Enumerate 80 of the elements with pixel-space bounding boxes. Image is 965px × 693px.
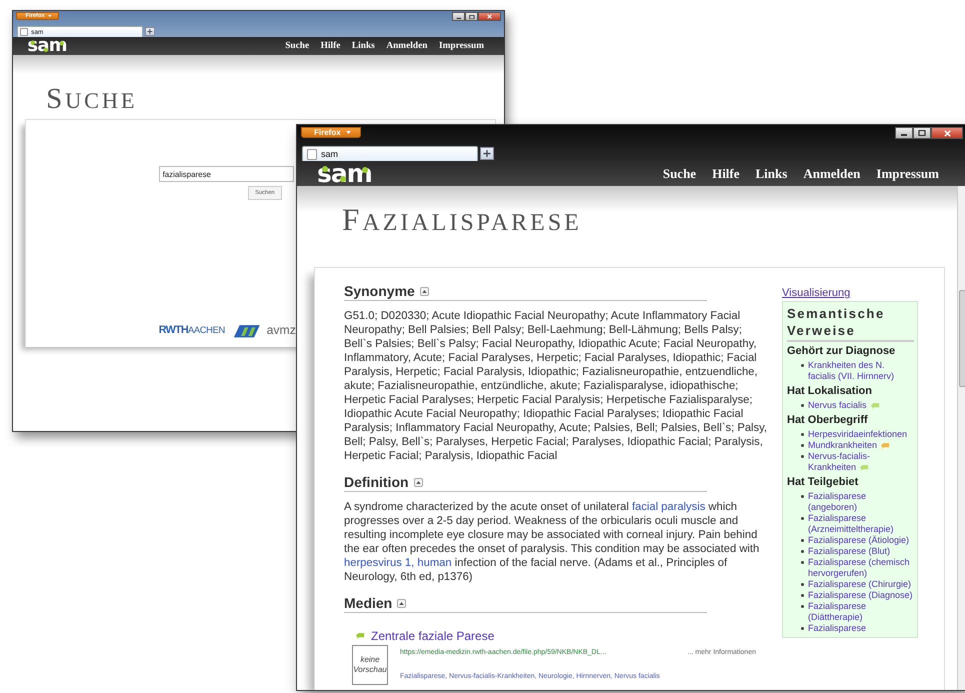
scrollbar-thumb[interactable]: [959, 290, 965, 387]
term-link[interactable]: Fazialisparese: [808, 623, 866, 634]
minimize-button[interactable]: [452, 12, 466, 22]
term-link[interactable]: Fazialisparese (Ätiologie): [808, 535, 910, 546]
bullet-icon: [801, 495, 804, 498]
bullet-icon: [801, 455, 804, 458]
bullet-icon: [801, 594, 804, 597]
media-title-link[interactable]: Zentrale faziale Parese: [371, 629, 494, 643]
term-link[interactable]: Fazialisparese (Arzneimitteltherapie): [808, 513, 914, 535]
bullet-icon: [801, 517, 804, 520]
bullet-icon: [801, 404, 804, 407]
nav-link[interactable]: Anmelden: [803, 166, 860, 182]
close-icon: [487, 14, 492, 20]
maximize-icon: [918, 130, 926, 136]
nav-link[interactable]: Impressum: [876, 166, 939, 182]
term-link[interactable]: Fazialisparese (Diättherapie): [808, 601, 914, 623]
term-link[interactable]: Mundkrankheiten: [808, 440, 890, 451]
caret-icon: [346, 131, 351, 134]
term-link[interactable]: Nervus-facialis-Krankheiten: [808, 451, 914, 473]
group-heading: Hat Lokalisation: [787, 385, 873, 398]
search-field[interactable]: fazialisparese: [158, 166, 294, 182]
university-logo: RWTHAACHEN: [158, 324, 225, 336]
term-link[interactable]: Krankheiten des N. facialis (VII. Hirnnerv): [808, 360, 914, 382]
close-button[interactable]: [478, 12, 502, 22]
term-link[interactable]: Nervus facialis: [808, 400, 880, 411]
nav-link[interactable]: Hilfe: [320, 40, 340, 51]
visualization-link[interactable]: Visualisierung: [782, 287, 850, 299]
term-link[interactable]: Fazialisparese (Chirurgie): [808, 579, 912, 590]
maximize-button[interactable]: [913, 127, 931, 139]
thumbnail-frame: keine Vorschau: [352, 645, 388, 685]
bullet-icon: [801, 364, 804, 367]
bullet-icon: [801, 433, 804, 436]
collapse-icon[interactable]: [420, 286, 429, 296]
speech-bubble-icon: [355, 632, 365, 640]
collapse-icon[interactable]: [414, 478, 423, 486]
text-link[interactable]: herpesvirus 1, human: [344, 557, 452, 569]
nav-link[interactable]: Links: [756, 166, 788, 182]
text-link[interactable]: facial paralysis: [632, 501, 706, 513]
minimize-button[interactable]: [895, 127, 913, 139]
caret-icon: [48, 15, 52, 18]
page-title: FAZIALISPARESE: [342, 205, 582, 238]
scrollbar[interactable]: [957, 186, 965, 690]
close-button[interactable]: [931, 127, 963, 139]
term-link[interactable]: Fazialisparese (angeboren): [808, 491, 914, 513]
bullet-icon: [801, 605, 804, 608]
nav-link[interactable]: Links: [352, 40, 375, 51]
new-tab-button[interactable]: +: [480, 147, 494, 160]
bullet-icon: [801, 583, 804, 586]
nav-link[interactable]: Anmelden: [386, 40, 428, 51]
bullet-icon: [801, 539, 804, 542]
nav-link[interactable]: Suche: [285, 40, 310, 51]
bullet-icon: [801, 444, 804, 447]
group-heading: Gehört zur Diagnose: [787, 345, 896, 358]
bullet-icon: [801, 627, 804, 630]
section-heading: Synonyme: [344, 283, 415, 299]
section-heading: Medien: [344, 595, 392, 611]
nav-link[interactable]: Suche: [662, 166, 696, 182]
term-link[interactable]: Fazialisparese (Diagnose): [808, 590, 913, 601]
bullet-icon: [801, 550, 804, 553]
box-title: Semantische Verweise: [787, 305, 914, 342]
avmz-logo: avmz: [266, 323, 296, 338]
section-text: A syndrome characterized by the acute onset of unilateral facial paralysis which progresses over a 2-5 day period. Weakness of the orbicularis oculi muscle and resulting incomplete eye closure may be associated with corneal injury. Pain behind the ear often precedes the onset of paralysis. This condition may be associated with herpesvirus 1, human infection of the facial nerve. (Adams et al., Principles of Neurology, 6th ed, p1376): [344, 500, 760, 584]
nav-link[interactable]: Impressum: [438, 40, 484, 51]
group-heading: Hat Oberbegriff: [787, 414, 869, 427]
section-text: G51.0; D020330; Acute Idiopathic Facial Neuropathy; Acute Inflammatory Facial Neuropathy; Bell Palsies; Bell Palsy; Bell-Laehmung; Bell-Lähmung; Bells Palsy; Bell`s Palsies; Bell`s Palsy; Facial Neuropathy, Idiopathic Acute; Facial Neuropathy, Inflammatory, Acute; Facial Paralyses, Herpetic; Facial Paralyses, Idiopathic; Facial Paralysis, Herpetic; Facial Paralysis, Idiopathic; Fazialisneuropathie, entzuendliche, akute; Fazialisneuropathie, entzündliche, akute; Fazialisparalyse, idiopathische; Herpetic Facial Paralyses; Herpetic Facial Paralysis; Herpetische Fazialisparalyse; Idiopathic Acute Facial Neuropathy; Idiopathic Facial Paralyses; Idiopathic Facial Paralysis; Inflammatory Facial Neuropathy, Acute; Palsies, Bell; Palsies, Bell`s; Palsy, Bell; Palsy, Bell`s; Paralyses, Herpetic Facial; Paralyses, Idiopathic Facial; Paralysis, Herpetic Facial; Paralysis, Idiopathic Facial: [344, 309, 768, 463]
bullet-icon: [801, 561, 804, 564]
maximize-icon: [468, 14, 475, 19]
page-icon: [20, 28, 28, 36]
page-title: SUCHE: [46, 86, 138, 114]
collapse-icon[interactable]: [397, 598, 406, 608]
close-icon: [944, 130, 950, 136]
term-link[interactable]: Fazialisparese (chemisch hervorgerufen): [808, 557, 914, 579]
term-link[interactable]: Fazialisparese (Blut): [808, 546, 890, 557]
group-heading: Hat Teilgebiet: [787, 476, 860, 489]
maximize-button[interactable]: [465, 12, 478, 22]
page-icon: [307, 148, 317, 160]
section-heading: Definition: [344, 474, 409, 490]
browser-tab[interactable]: sam: [302, 146, 478, 161]
nav-link[interactable]: Hilfe: [712, 166, 740, 182]
term-link[interactable]: Herpesviridaeinfektionen: [808, 429, 908, 440]
